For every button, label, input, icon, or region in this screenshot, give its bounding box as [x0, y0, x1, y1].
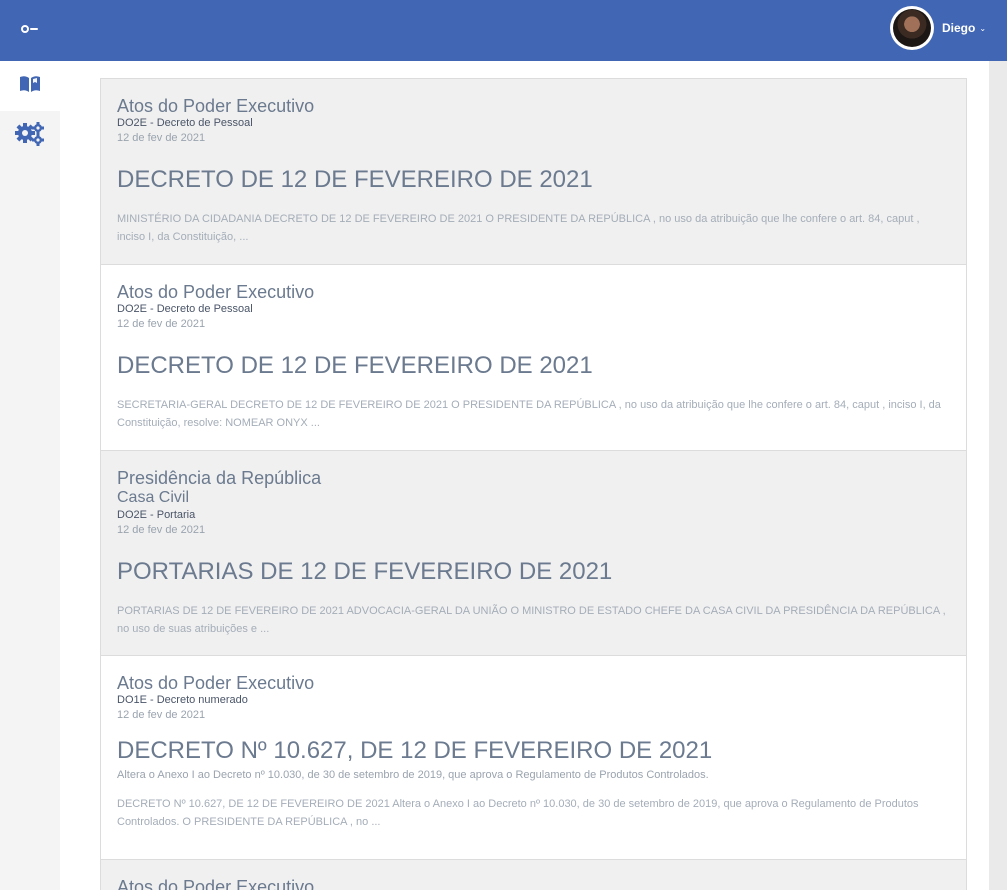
result-card[interactable]: Atos do Poder Executivo DO2E - Decreto d… [100, 78, 967, 265]
card-date: 12 de fev de 2021 [117, 524, 206, 536]
card-hierarchy: Atos do Poder Executivo [117, 96, 315, 116]
results-list: Atos do Poder Executivo DO2E - Decreto d… [100, 78, 967, 890]
card-hierarchy: Atos do Poder Executivo [117, 282, 315, 302]
chevron-down-icon[interactable]: ⌄ [979, 24, 986, 33]
card-date: 12 de fev de 2021 [117, 132, 206, 144]
open-book-icon [19, 74, 41, 99]
user-name[interactable]: Diego [942, 21, 975, 35]
result-card[interactable]: Atos do Poder Executivo DO2E - Decreto d… [100, 265, 967, 451]
card-section: DO2E - Portaria [117, 509, 196, 521]
card-hierarchy: Atos do Poder Executivo [117, 877, 315, 890]
result-card[interactable]: Atos do Poder Executivo [100, 860, 967, 890]
sidebar [0, 61, 60, 890]
card-date: 12 de fev de 2021 [117, 709, 206, 721]
result-card[interactable]: Atos do Poder Executivo DO1E - Decreto n… [100, 656, 967, 860]
card-title[interactable]: PORTARIAS DE 12 DE FEVEREIRO DE 2021 [117, 558, 950, 586]
card-excerpt: PORTARIAS DE 12 DE FEVEREIRO DE 2021 ADV… [117, 605, 946, 635]
card-date: 12 de fev de 2021 [117, 318, 206, 330]
user-menu[interactable]: Diego ⌄ [890, 6, 986, 50]
avatar[interactable] [890, 6, 934, 50]
result-card[interactable]: Presidência da República Casa Civil DO2E… [100, 451, 967, 656]
card-hierarchy: Presidência da República [117, 468, 322, 488]
card-excerpt: DECRETO Nº 10.627, DE 12 DE FEVEREIRO DE… [117, 798, 919, 828]
card-title[interactable]: DECRETO DE 12 DE FEVEREIRO DE 2021 [117, 352, 950, 380]
sidebar-item-settings[interactable] [0, 111, 60, 161]
sidebar-toggle-icon[interactable] [21, 25, 39, 33]
card-section: DO1E - Decreto numerado [117, 694, 248, 706]
sidebar-item-publications[interactable] [0, 61, 60, 111]
card-title[interactable]: DECRETO Nº 10.627, DE 12 DE FEVEREIRO DE… [117, 737, 950, 765]
card-section: DO2E - Decreto de Pessoal [117, 117, 253, 129]
card-ementa: Altera o Anexo I ao Decreto nº 10.030, d… [117, 769, 709, 781]
card-section: DO2E - Decreto de Pessoal [117, 303, 253, 315]
gears-icon [15, 121, 45, 152]
card-hierarchy: Atos do Poder Executivo [117, 673, 315, 693]
card-excerpt: SECRETARIA-GERAL DECRETO DE 12 DE FEVERE… [117, 399, 941, 429]
card-excerpt: MINISTÉRIO DA CIDADANIA DECRETO DE 12 DE… [117, 213, 920, 243]
card-title[interactable]: DECRETO DE 12 DE FEVEREIRO DE 2021 [117, 166, 950, 194]
top-navbar: Diego ⌄ [0, 0, 1007, 61]
card-hierarchy-sub: Casa Civil [117, 489, 190, 506]
